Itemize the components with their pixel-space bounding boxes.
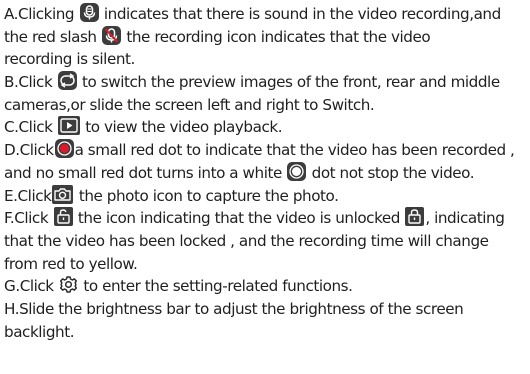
item-d-text: and no small red dot turns into a white	[4, 163, 287, 182]
item-h-text: H.Slide the brightness bar to adjust the…	[4, 299, 464, 318]
item-e-line-1: E.Click the photo icon to capture the ph…	[4, 184, 530, 208]
item-c-text: to view the video playback.	[80, 118, 283, 137]
switch-camera-icon	[57, 71, 77, 91]
record-red-dot-icon	[54, 139, 74, 159]
playback-icon	[57, 116, 80, 136]
item-f-line-1: F.Click the icon indicating that the vid…	[4, 207, 530, 230]
item-g-text: G.Click	[4, 277, 59, 296]
item-g-line-1: G.Click to enter the setting-related fun…	[4, 275, 530, 298]
item-a-text: the recording icon indicates that the vi…	[121, 27, 431, 46]
item-c-line-1: C.Click to view the video playback.	[4, 116, 530, 139]
item-f-line-2: that the video has been locked , and the…	[4, 230, 530, 253]
item-a-line-2: the red slash the recording icon indicat…	[4, 25, 530, 49]
item-a-text: indicates that there is sound in the vid…	[99, 5, 501, 23]
item-h-line-2: backlight.	[4, 321, 530, 344]
item-f-text: F.Click	[4, 209, 53, 228]
item-d-text: a small red dot to indicate that the vid…	[74, 141, 515, 160]
instructions-document: A.Clicking indicates that there is sound…	[0, 0, 530, 343]
lock-icon	[405, 207, 425, 227]
item-g-text: to enter the setting-related functions.	[79, 277, 353, 296]
item-a-text: recording is silent.	[4, 50, 135, 69]
item-b-line-1: B.Click to switch the preview images of …	[4, 71, 530, 94]
item-f-text: the icon indicating that the video is un…	[73, 209, 405, 228]
item-a-text: the red slash	[4, 27, 101, 46]
item-e-text: E.Click	[4, 186, 52, 205]
item-d-line-1: D.Click a small red dot to indicate that …	[4, 139, 530, 162]
item-b-line-2: cameras,or slide the screen left and rig…	[4, 94, 530, 117]
item-f-text: , indicating	[425, 209, 505, 228]
gear-icon	[59, 275, 78, 294]
microphone-icon	[79, 3, 99, 22]
unlock-icon	[53, 207, 73, 227]
item-a-text: A.Clicking	[4, 5, 79, 23]
item-a-line-3: recording is silent.	[4, 48, 530, 71]
item-d-text: D.Click	[4, 141, 54, 160]
item-f-line-3: from red to yellow.	[4, 253, 530, 276]
item-f-text: from red to yellow.	[4, 254, 138, 273]
microphone-muted-icon	[101, 25, 121, 45]
item-a-line-1: A.Clicking indicates that there is sound…	[4, 3, 530, 26]
item-h-line-1: H.Slide the brightness bar to adjust the…	[4, 298, 530, 321]
item-b-text: to switch the preview images of the fron…	[77, 73, 500, 92]
item-b-text: B.Click	[4, 73, 57, 92]
item-h-text: backlight.	[4, 322, 75, 341]
item-e-text: the photo icon to capture the photo.	[74, 186, 339, 205]
camera-icon	[52, 184, 74, 204]
record-white-dot-icon	[287, 161, 307, 181]
item-d-line-2: and no small red dot turns into a white …	[4, 161, 530, 185]
item-f-text: that the video has been locked , and the…	[4, 231, 489, 250]
item-c-text: C.Click	[4, 118, 57, 137]
item-b-text: cameras,or slide the screen left and rig…	[4, 95, 375, 114]
item-d-text: dot not stop the video.	[307, 163, 475, 182]
